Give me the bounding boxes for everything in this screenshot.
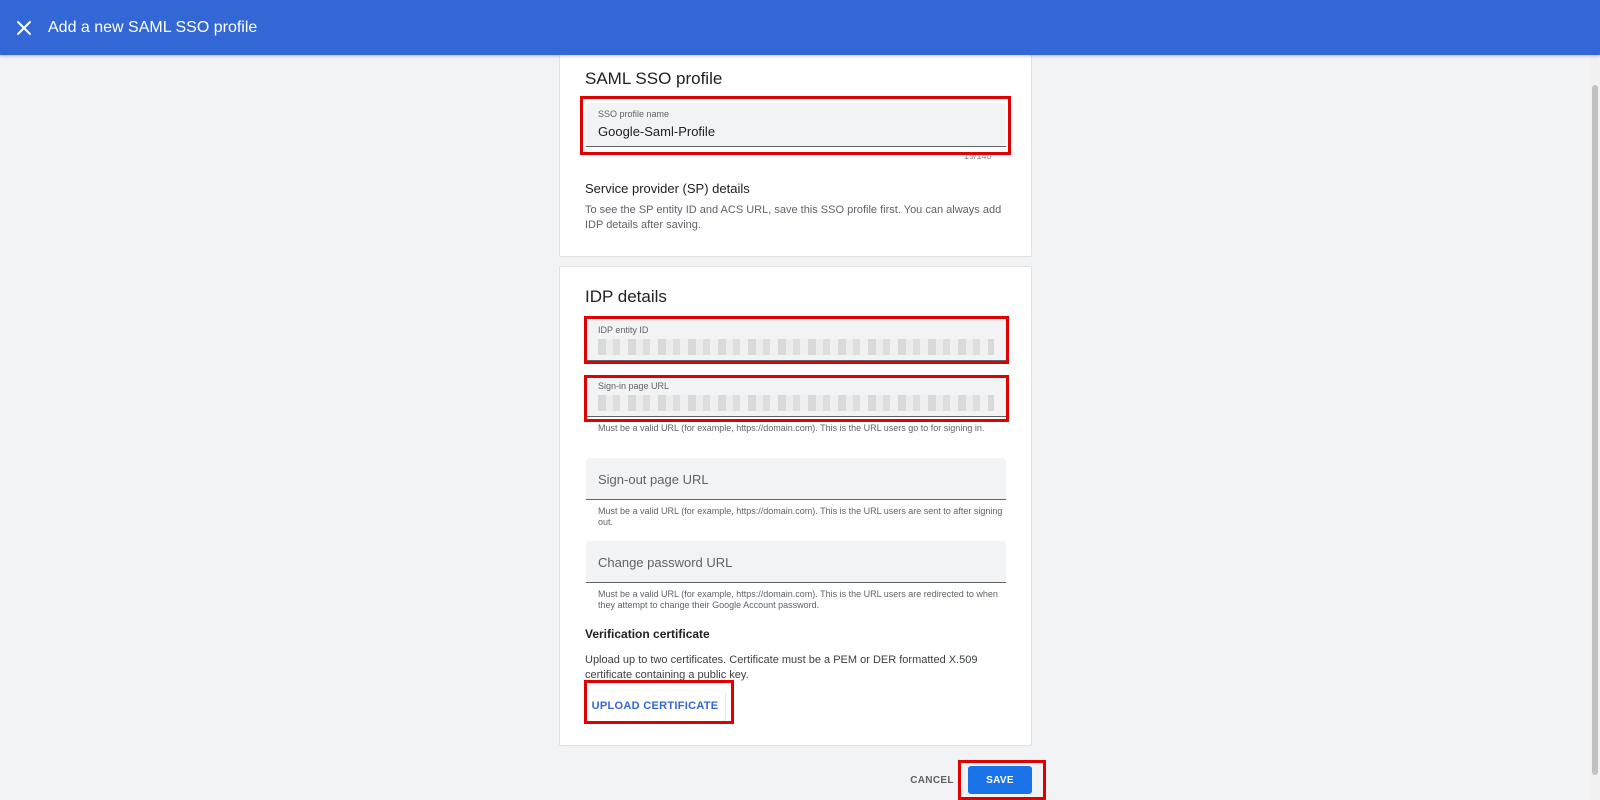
sso-profile-name-field[interactable]: SSO profile name Google-Saml-Profile	[586, 103, 1006, 147]
sign-out-url-field[interactable]: Sign-out page URL	[586, 458, 1006, 500]
idp-details-card: IDP details IDP entity ID Sign-in page U…	[559, 266, 1032, 746]
close-button[interactable]	[12, 16, 36, 40]
verification-certificate-description: Upload up to two certificates. Certifica…	[585, 654, 978, 681]
redacted-value	[598, 339, 994, 355]
card-title-saml-profile: SAML SSO profile	[585, 69, 723, 88]
change-password-url-field[interactable]: Change password URL	[586, 541, 1006, 583]
page-title: Add a new SAML SSO profile	[48, 18, 258, 36]
character-counter: 19/140	[964, 151, 992, 161]
card-title-idp-details: IDP details	[585, 287, 667, 306]
saml-profile-card: SAML SSO profile SSO profile name Google…	[559, 55, 1032, 257]
scrollbar-thumb[interactable]	[1592, 85, 1598, 775]
change-password-url-helper: Must be a valid URL (for example, https:…	[598, 589, 998, 610]
sp-details-title: Service provider (SP) details	[585, 181, 750, 196]
verification-certificate-title: Verification certificate	[585, 627, 710, 641]
change-password-url-placeholder: Change password URL	[598, 555, 733, 570]
scrollbar[interactable]	[1590, 55, 1600, 800]
sso-profile-name-label: SSO profile name	[598, 109, 670, 119]
idp-entity-id-field[interactable]: IDP entity ID	[586, 319, 1006, 361]
sso-profile-name-value: Google-Saml-Profile	[598, 124, 716, 139]
sign-in-url-helper: Must be a valid URL (for example, https:…	[598, 423, 985, 433]
close-icon	[17, 20, 31, 35]
sign-in-url-label: Sign-in page URL	[598, 381, 670, 391]
idp-entity-id-label: IDP entity ID	[598, 325, 649, 335]
sp-details-description: To see the SP entity ID and ACS URL, sav…	[585, 204, 1002, 231]
sign-out-url-placeholder: Sign-out page URL	[598, 472, 709, 487]
save-button[interactable]: SAVE	[968, 766, 1032, 794]
upload-certificate-button[interactable]: UPLOAD CERTIFICATE	[585, 691, 725, 721]
sign-in-url-field[interactable]: Sign-in page URL	[586, 375, 1006, 417]
cancel-button[interactable]: CANCEL	[906, 768, 958, 792]
sign-out-url-helper: Must be a valid URL (for example, https:…	[598, 506, 1003, 527]
redacted-value	[598, 395, 994, 411]
top-app-bar: Add a new SAML SSO profile	[0, 0, 1600, 55]
